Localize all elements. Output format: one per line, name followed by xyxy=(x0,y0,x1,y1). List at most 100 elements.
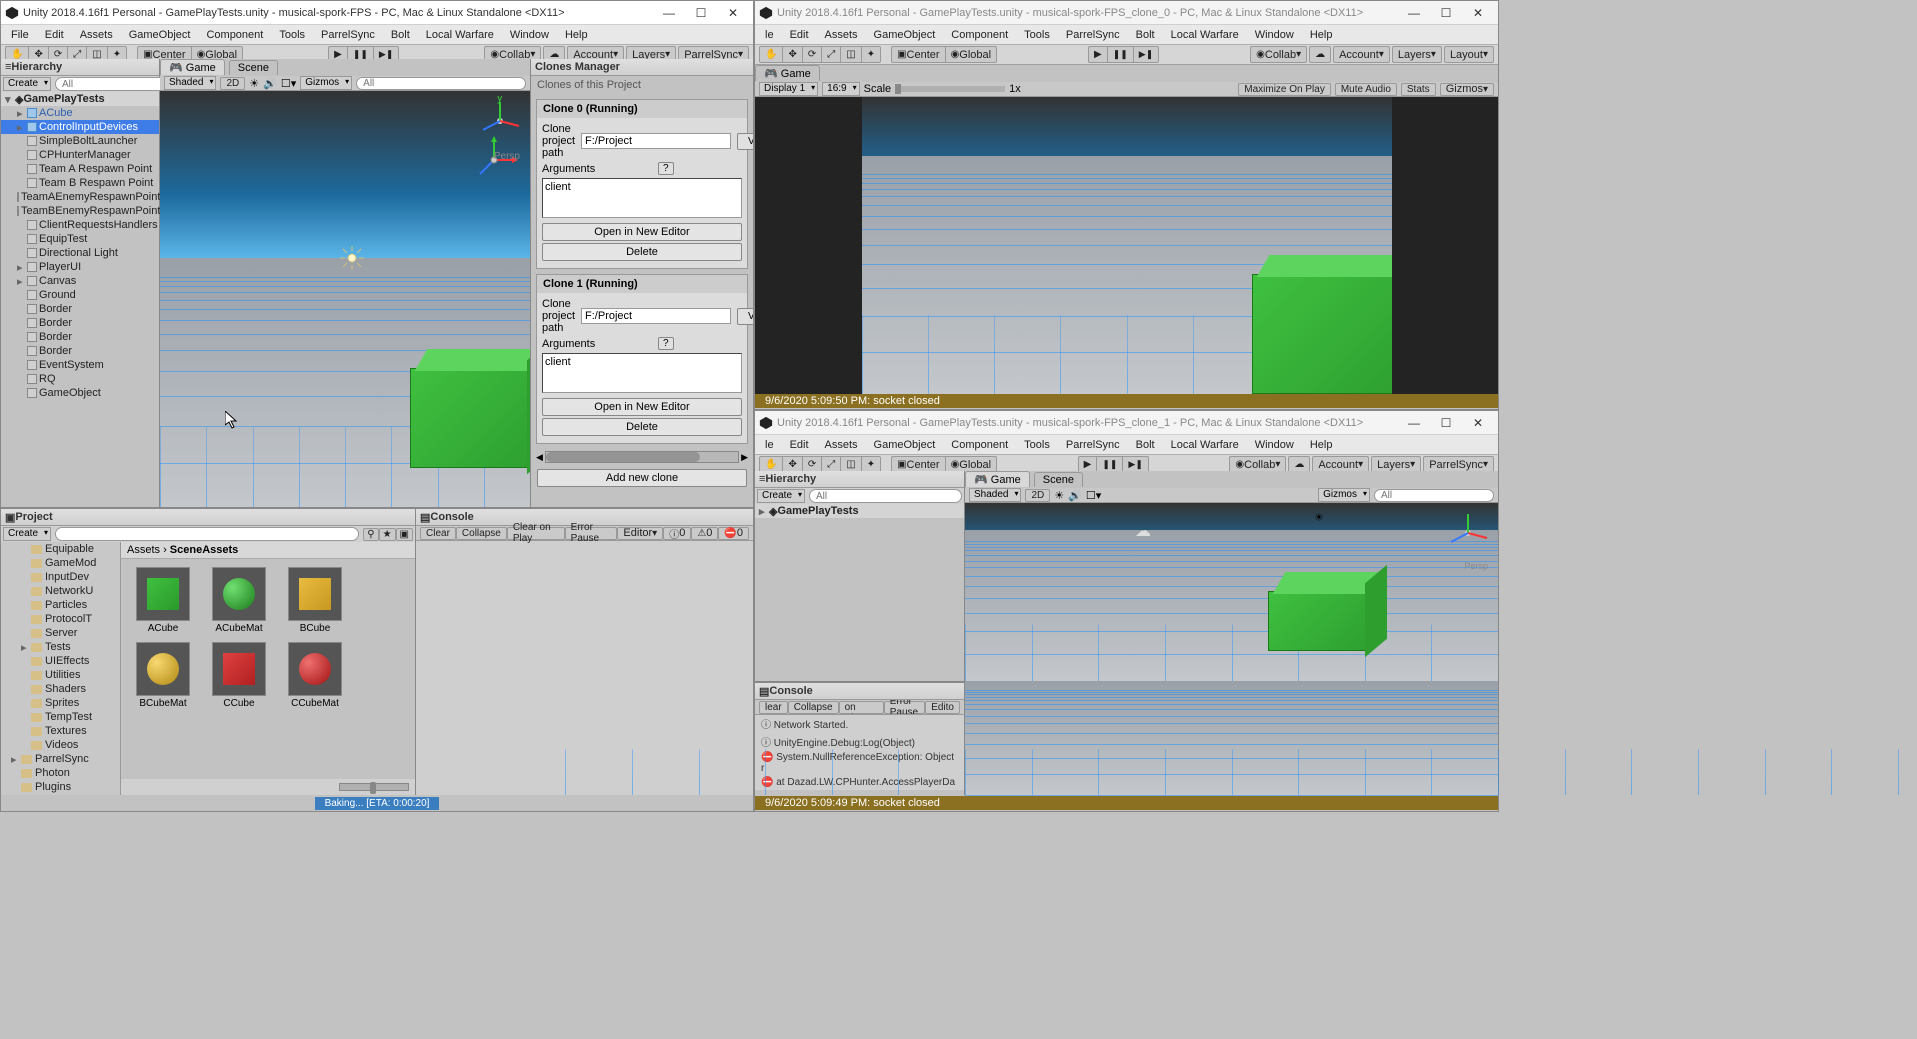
view-button[interactable]: View xyxy=(737,308,753,325)
menu-localwarfare[interactable]: Local Warfare xyxy=(418,27,502,43)
tab-game[interactable]: 🎮 Game xyxy=(965,471,1030,487)
orient-gizmo[interactable] xyxy=(1443,508,1493,558)
clones-scrollbar[interactable] xyxy=(545,451,739,463)
menu-edit[interactable]: Edit xyxy=(782,437,817,453)
menu-help[interactable]: Help xyxy=(557,27,596,43)
menu-bolt[interactable]: Bolt xyxy=(1128,27,1163,43)
hierarchy-item[interactable]: Border xyxy=(1,344,159,358)
account-button[interactable]: Account ▾ xyxy=(1333,46,1390,63)
audio-toggle-icon[interactable]: 🔊 xyxy=(263,77,277,90)
menu-component[interactable]: Component xyxy=(943,27,1016,43)
folder-row[interactable]: ▸ParrelSync xyxy=(1,752,120,766)
scroll-left[interactable]: ◀ xyxy=(536,452,543,463)
args-help[interactable]: ? xyxy=(658,337,674,350)
menu-edit[interactable]: Edit xyxy=(37,27,72,43)
folder-row[interactable]: Plugins xyxy=(1,780,120,794)
console-line[interactable]: ⓘ Network Started. xyxy=(755,715,964,733)
open-editor-button[interactable]: Open in New Editor xyxy=(542,223,742,241)
hierarchy-create-dd[interactable]: Create xyxy=(3,77,51,91)
delete-button[interactable]: Delete xyxy=(542,243,742,261)
folder-row[interactable]: InputDev xyxy=(1,570,120,584)
menu-window[interactable]: Window xyxy=(1247,27,1302,43)
folder-row[interactable]: UIEffects xyxy=(1,654,120,668)
menu-le[interactable]: le xyxy=(757,437,782,453)
menu-parrelsync[interactable]: ParrelSync xyxy=(1058,27,1128,43)
asset-grid[interactable]: ACubeACubeMatBCubeBCubeMatCCubeCCubeMat xyxy=(121,559,415,779)
scene-viewport[interactable]: ☀ ☁ Persp xyxy=(965,503,1498,681)
hierarchy-item[interactable]: ▸PlayerUI xyxy=(1,260,159,274)
game-viewport[interactable] xyxy=(755,97,1498,394)
editor-dd[interactable]: Edito xyxy=(925,701,960,714)
fx-toggle-icon[interactable]: ☐▾ xyxy=(1086,489,1101,502)
hierarchy-item[interactable]: ▸ACube xyxy=(1,106,159,120)
hierarchy-item[interactable]: Border xyxy=(1,302,159,316)
play-button[interactable] xyxy=(1088,46,1107,63)
project-search[interactable] xyxy=(55,527,359,541)
console-line[interactable]: ⛔ at Dazad.LW.CPHunter.AccessPlayerDa xyxy=(755,776,964,790)
hierarchy-item[interactable]: RQ xyxy=(1,372,159,386)
hierarchy-item[interactable]: TeamBEnemyRespawnPoint xyxy=(1,204,159,218)
maximize-button[interactable]: ☐ xyxy=(1430,3,1462,23)
hierarchy-item[interactable]: ▸Canvas xyxy=(1,274,159,288)
folder-row[interactable]: NetworkU xyxy=(1,584,120,598)
hierarchy-item[interactable]: Directional Light xyxy=(1,246,159,260)
scale-slider[interactable] xyxy=(895,86,1005,92)
asset-item[interactable]: ACube xyxy=(129,567,197,634)
folder-row[interactable]: Utilities xyxy=(1,668,120,682)
light-toggle-icon[interactable]: ☀ xyxy=(1054,489,1064,502)
hand-tool[interactable]: ✋ xyxy=(759,46,782,63)
close-button[interactable]: ✕ xyxy=(717,3,749,23)
error-count[interactable]: ⛔ 0 xyxy=(718,527,749,540)
menu-assets[interactable]: Assets xyxy=(72,27,121,43)
menu-tools[interactable]: Tools xyxy=(271,27,313,43)
transform-tool[interactable]: ✦ xyxy=(861,46,881,63)
gizmos-dd[interactable]: Gizmos xyxy=(300,76,352,90)
scene-row[interactable]: ▾◈ GamePlayTests xyxy=(1,92,159,106)
folder-row[interactable]: Particles xyxy=(1,598,120,612)
menu-component[interactable]: Component xyxy=(943,437,1016,453)
close-button[interactable]: ✕ xyxy=(1462,3,1494,23)
menu-tools[interactable]: Tools xyxy=(1016,27,1058,43)
menu-parrelsync[interactable]: ParrelSync xyxy=(1058,437,1128,453)
shading-mode-dd[interactable]: Shaded xyxy=(164,76,216,90)
2d-toggle[interactable]: 2D xyxy=(1025,489,1050,502)
menu-component[interactable]: Component xyxy=(198,27,271,43)
minimize-button[interactable]: — xyxy=(1398,3,1430,23)
scene-search[interactable] xyxy=(1374,489,1494,502)
fx-toggle-icon[interactable]: ☐▾ xyxy=(281,77,296,90)
hierarchy-item[interactable]: Border xyxy=(1,330,159,344)
breadcrumb[interactable]: Assets › SceneAssets xyxy=(121,542,415,559)
view-button[interactable]: View xyxy=(737,133,753,150)
stats-toggle[interactable]: Stats xyxy=(1401,83,1436,96)
maximize-button[interactable]: ☐ xyxy=(685,3,717,23)
hierarchy-search[interactable] xyxy=(809,489,962,503)
hierarchy-item[interactable]: GameObject xyxy=(1,386,159,400)
aspect-dd[interactable]: 16:9 xyxy=(822,82,859,96)
folder-row[interactable]: Shaders xyxy=(1,682,120,696)
folder-tree[interactable]: EquipableGameModInputDevNetworkUParticle… xyxy=(1,542,121,795)
pivot-center-button[interactable]: ▣ Center xyxy=(891,46,944,63)
hierarchy-create-dd[interactable]: Create xyxy=(757,489,805,503)
folder-row[interactable]: GameMod xyxy=(1,556,120,570)
menu-window[interactable]: Window xyxy=(1247,437,1302,453)
menu-assets[interactable]: Assets xyxy=(817,27,866,43)
folder-row[interactable]: Textures xyxy=(1,724,120,738)
open-editor-button[interactable]: Open in New Editor xyxy=(542,398,742,416)
pause-button[interactable] xyxy=(1107,46,1133,63)
tab-scene[interactable]: Scene xyxy=(229,60,278,75)
thumb-size-slider[interactable] xyxy=(339,783,409,791)
menu-localwarfare[interactable]: Local Warfare xyxy=(1163,437,1247,453)
add-clone-button[interactable]: Add new clone xyxy=(537,469,747,487)
clearplay-button[interactable]: Clear on Play xyxy=(507,527,565,540)
console-line[interactable]: ⛔ System.NullReferenceException: Object … xyxy=(755,751,964,776)
rect-tool[interactable]: ◫ xyxy=(840,46,860,63)
scene-viewport[interactable]: y Persp xyxy=(160,91,530,508)
hierarchy-item[interactable]: CPHunterManager xyxy=(1,148,159,162)
save-icon[interactable]: ▣ xyxy=(396,528,413,541)
collapse-button[interactable]: Collapse xyxy=(788,701,839,714)
warn-count[interactable]: ⚠ 0 xyxy=(691,527,718,540)
scroll-right[interactable]: ▶ xyxy=(741,452,748,463)
menu-le[interactable]: le xyxy=(757,27,782,43)
hierarchy-item[interactable]: EquipTest xyxy=(1,232,159,246)
hierarchy-item[interactable]: Ground xyxy=(1,288,159,302)
